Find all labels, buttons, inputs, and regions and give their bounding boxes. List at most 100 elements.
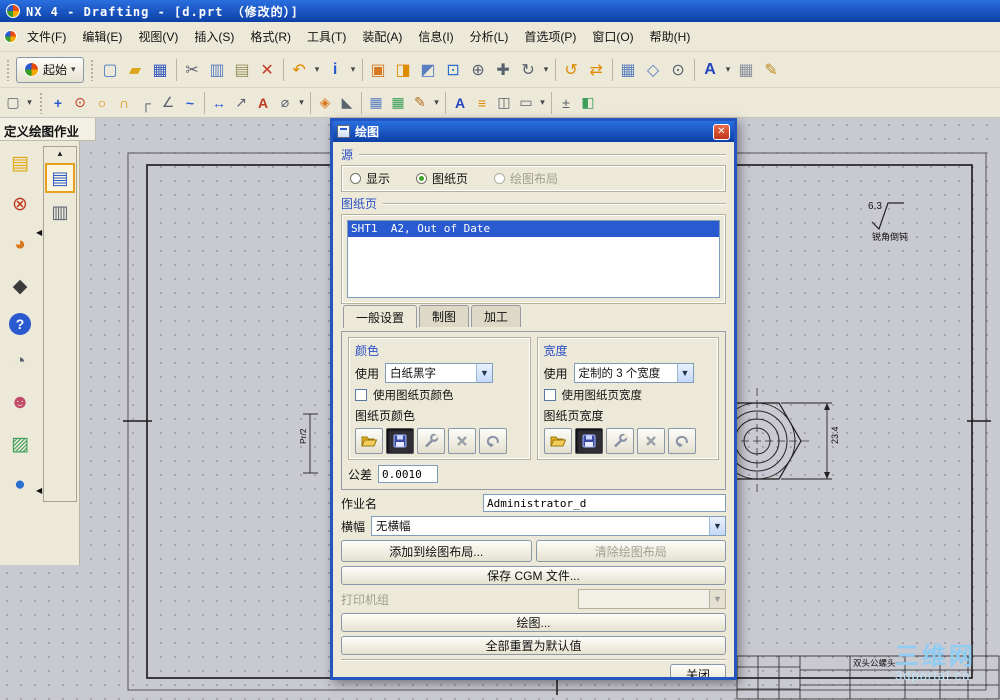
help-icon[interactable]: ? (9, 313, 31, 335)
dropdown-arrow-icon[interactable]: ▾ (24, 91, 35, 115)
work-plane-icon[interactable]: ◇ (641, 57, 666, 82)
info-cursor-icon[interactable]: i (323, 57, 348, 82)
contacts-icon[interactable]: ☻ (6, 389, 34, 417)
width-open-settings-button[interactable] (543, 428, 572, 454)
parts-list-icon[interactable]: ▦ (387, 92, 409, 114)
leader-icon[interactable]: ↗ (230, 92, 252, 114)
zoom-window-icon[interactable]: ⊡ (441, 57, 466, 82)
training-icon[interactable]: ◆ (6, 272, 34, 300)
weld-symbol-icon[interactable]: ◣ (336, 92, 358, 114)
frame-icon[interactable]: ◫ (493, 92, 515, 114)
use-sheet-width-checkbox[interactable] (543, 389, 556, 401)
part-navigator-icon[interactable]: ◕ (6, 231, 34, 259)
save-icon[interactable]: ▦ (148, 57, 173, 82)
menu-item[interactable]: 分析(L) (462, 24, 517, 49)
margins-icon[interactable]: ▭ (515, 92, 537, 114)
menu-item[interactable]: 信息(I) (410, 24, 461, 49)
tab-0[interactable]: 一般设置 (343, 305, 418, 328)
chevron-down-icon[interactable]: ▼ (476, 364, 493, 382)
plot-job-icon[interactable]: ▤ (45, 163, 75, 193)
dropdown-arrow-icon[interactable]: ▾ (431, 91, 442, 115)
close-icon[interactable]: ✕ (713, 123, 730, 140)
scroll-up-button[interactable]: ▲ (56, 149, 64, 159)
undo-icon[interactable]: ↶ (287, 57, 312, 82)
roles-icon[interactable]: ▤ (6, 149, 34, 177)
close-button[interactable]: 关闭 (670, 664, 726, 677)
toolbar-grip[interactable] (6, 58, 10, 81)
window-layout-icon[interactable]: ▣ (366, 57, 391, 82)
history-icon[interactable]: ◔ (6, 348, 34, 376)
toolbar-grip[interactable] (39, 91, 43, 114)
color-delete-settings-button[interactable] (448, 428, 476, 454)
add-to-plot-layout-button[interactable]: 添加到绘图布局... (341, 540, 532, 562)
zoom-icon[interactable]: ⊕ (466, 57, 491, 82)
note-icon[interactable]: A (252, 92, 274, 114)
menu-item[interactable]: 首选项(P) (516, 24, 584, 49)
radio-button-icon[interactable] (350, 173, 361, 184)
web-browser-icon[interactable]: ● (6, 471, 34, 499)
refresh-icon[interactable]: ↺ (559, 57, 584, 82)
job-name-input[interactable] (483, 494, 726, 512)
align-icon[interactable]: ≡ (471, 92, 493, 114)
color-open-settings-button[interactable] (355, 428, 383, 454)
menu-item[interactable]: 格式(R) (242, 24, 299, 49)
tolerance-icon[interactable]: ± (555, 92, 577, 114)
open-folder-icon[interactable]: ▰ (123, 57, 148, 82)
reset-all-defaults-button[interactable]: 全部重置为默认值 (341, 636, 726, 655)
use-sheet-color-checkbox[interactable] (355, 389, 367, 401)
chevron-down-icon[interactable]: ▼ (676, 364, 693, 382)
layer-icon[interactable]: ◧ (577, 92, 599, 114)
save-cgm-file-button[interactable]: 保存 CGM 文件... (341, 566, 726, 585)
color-edit-settings-button[interactable] (417, 428, 445, 454)
width-save-settings-button[interactable] (574, 428, 603, 454)
cut-icon[interactable]: ✂ (180, 57, 205, 82)
new-file-icon[interactable]: ▢ (98, 57, 123, 82)
dimension-icon[interactable]: ↔ (208, 92, 230, 114)
rotate-view-icon[interactable]: ↻ (516, 57, 541, 82)
sheet-new-icon[interactable]: ▢ (2, 92, 24, 114)
dropdown-arrow-icon[interactable]: ▾ (537, 91, 548, 115)
point-snap-icon[interactable]: ⊙ (666, 57, 691, 82)
dropdown-arrow-icon[interactable]: ▾ (348, 58, 359, 82)
grid-display-icon[interactable]: ▦ (734, 57, 759, 82)
color-reset-settings-button[interactable] (479, 428, 507, 454)
color-use-combo[interactable]: 白纸黑字 ▼ (385, 363, 494, 383)
sketch-icon[interactable]: ✎ (759, 57, 784, 82)
diameter-symbol-icon[interactable]: ⌀ (274, 92, 296, 114)
paste-icon[interactable]: ▤ (230, 57, 255, 82)
dropdown-arrow-icon[interactable]: ▾ (312, 58, 323, 82)
point-icon[interactable]: ⊙ (69, 92, 91, 114)
width-edit-settings-button[interactable] (605, 428, 634, 454)
arc-icon[interactable]: ∩ (113, 92, 135, 114)
plot-dialog-titlebar[interactable]: 绘图 ✕ (333, 121, 734, 142)
banner-combo[interactable]: 无横幅 ▼ (371, 516, 726, 536)
tolerance-input[interactable] (378, 465, 439, 483)
dropdown-arrow-icon[interactable]: ▾ (723, 58, 734, 82)
display-mode-icon[interactable]: ◨ (391, 57, 416, 82)
sheet-list-item[interactable]: SHT1 A2, Out of Date (348, 221, 719, 237)
plot-queue-icon[interactable]: ▥ (45, 197, 75, 227)
menu-item[interactable]: 帮助(H) (642, 24, 699, 49)
chamfer-icon[interactable]: ∠ (157, 92, 179, 114)
pan-icon[interactable]: ✚ (491, 57, 516, 82)
text-tool-icon[interactable]: A (698, 57, 723, 82)
collapse-left-button-2[interactable]: ◀ (36, 486, 42, 495)
tab-2[interactable]: 加工 (471, 305, 522, 327)
edit-table-icon[interactable]: ✎ (409, 92, 431, 114)
tab-1[interactable]: 制图 (419, 305, 470, 327)
dropdown-arrow-icon[interactable]: ▾ (296, 91, 307, 115)
collapse-left-button[interactable]: ◀ (36, 228, 42, 237)
annotation-style-icon[interactable]: A (449, 92, 471, 114)
spline-icon[interactable]: ~ (179, 92, 201, 114)
source-radio-option[interactable]: 显示 (350, 170, 390, 187)
width-reset-settings-button[interactable] (667, 428, 696, 454)
chevron-down-icon[interactable]: ▼ (709, 517, 725, 535)
palette-icon[interactable]: ▨ (6, 430, 34, 458)
update-display-icon[interactable]: ⇄ (584, 57, 609, 82)
view-table-icon[interactable]: ▦ (365, 92, 387, 114)
toolbar-grip[interactable] (89, 58, 94, 81)
source-radio-option[interactable]: 图纸页 (416, 170, 468, 187)
assembly-navigator-icon[interactable]: ⊗ (6, 190, 34, 218)
copy-icon[interactable]: ▥ (205, 57, 230, 82)
radio-button-icon[interactable] (416, 173, 428, 184)
